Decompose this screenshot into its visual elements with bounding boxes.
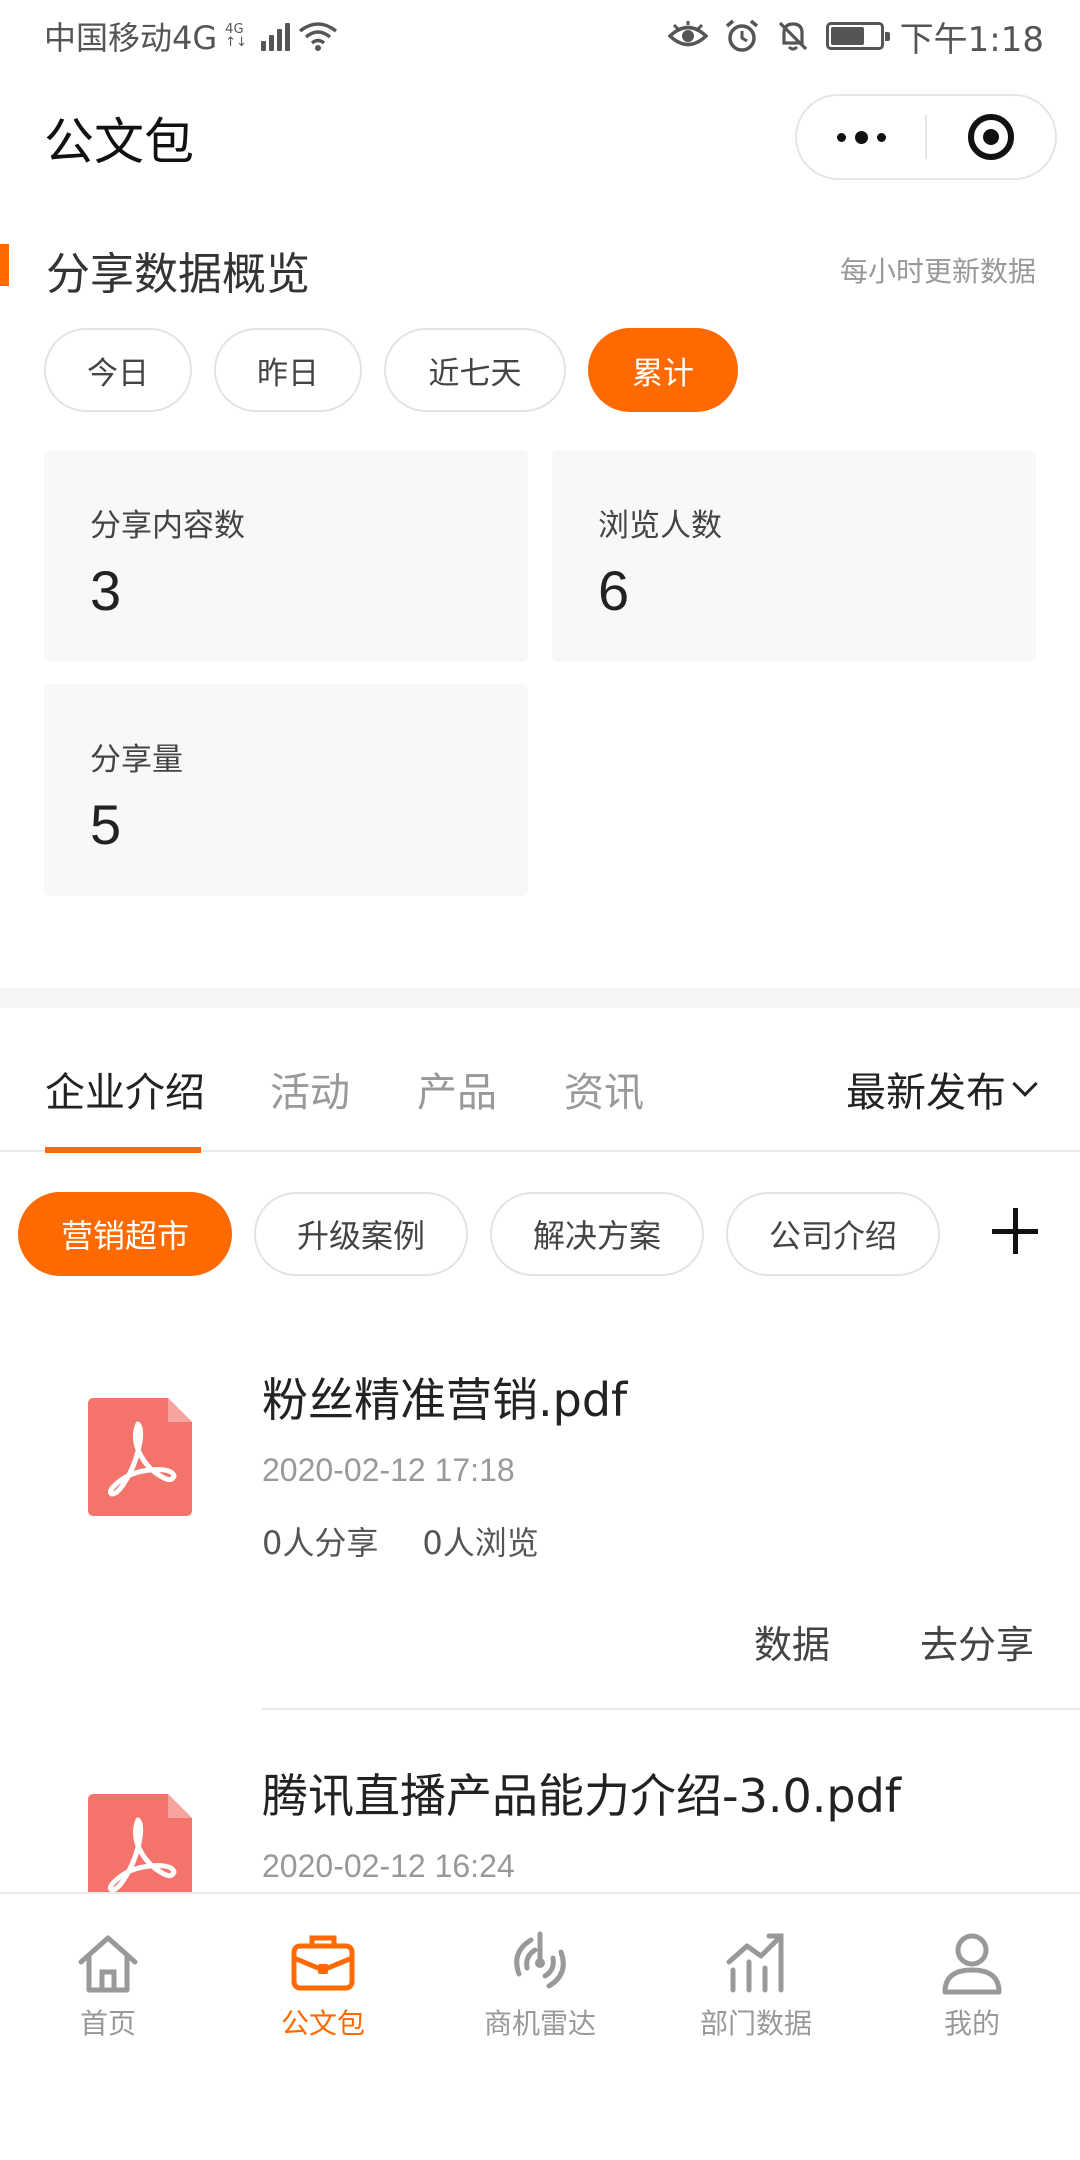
- tabbar-briefcase[interactable]: 公文包: [243, 1928, 403, 2042]
- page-title: 公文包: [44, 113, 194, 171]
- stat-value: 6: [598, 559, 630, 622]
- share-button[interactable]: 去分享: [920, 1614, 1034, 1669]
- carrier-label: 中国移动4G: [44, 19, 218, 57]
- period-yesterday[interactable]: 昨日: [214, 328, 362, 412]
- stat-label: 分享量: [90, 742, 183, 778]
- home-icon: [78, 1935, 138, 1993]
- miniprogram-capsule: [795, 94, 1057, 180]
- document-actions: 数据 去分享: [754, 1614, 1034, 1669]
- document-stats: 0人分享 0人浏览: [262, 1518, 539, 1564]
- status-left: 中国移动4G 4G ↑↓: [44, 13, 338, 59]
- update-note: 每小时更新数据: [839, 255, 1036, 288]
- clock-label: 下午1:18: [899, 19, 1044, 60]
- tab-product[interactable]: 产品: [417, 1060, 497, 1118]
- sort-label: 最新发布: [846, 1070, 1006, 1116]
- bottom-tab-bar: 首页 公文包 商机雷达 部门数据 我的: [0, 1892, 1080, 2160]
- alarm-icon: [725, 19, 758, 52]
- document-title: 腾讯直播产品能力介绍-3.0.pdf: [262, 1769, 901, 1823]
- nav-bar: 公文包: [0, 72, 1080, 202]
- share-count: 0人分享: [262, 1524, 379, 1562]
- chevron-down-icon: [1012, 1071, 1038, 1097]
- period-today[interactable]: 今日: [44, 328, 192, 412]
- category-tabs: 企业介绍 活动 产品 资讯 最新发布: [0, 1008, 1080, 1153]
- chip-upgrade-cases[interactable]: 升级案例: [254, 1192, 468, 1276]
- signal-icon: [260, 21, 290, 51]
- eye-icon: [667, 21, 708, 47]
- stat-value: 5: [90, 793, 122, 856]
- target-icon: [968, 114, 1014, 160]
- tab-company-intro[interactable]: 企业介绍: [45, 1060, 205, 1118]
- tabbar-mine[interactable]: 我的: [892, 1928, 1052, 2042]
- tab-news[interactable]: 资讯: [564, 1060, 644, 1118]
- more-button[interactable]: [797, 96, 925, 178]
- chip-marketing-market[interactable]: 营销超市: [18, 1192, 232, 1276]
- chip-company-intro[interactable]: 公司介绍: [726, 1192, 940, 1276]
- data-button[interactable]: 数据: [754, 1614, 830, 1669]
- item-divider: [262, 1708, 1080, 1710]
- add-category-icon[interactable]: [992, 1208, 1038, 1254]
- briefcase-icon: [291, 1935, 355, 1991]
- document-title: 粉丝精准营销.pdf: [262, 1373, 628, 1427]
- more-dots-icon: [836, 130, 886, 144]
- radar-icon: [514, 1931, 566, 1989]
- chip-solutions[interactable]: 解决方案: [490, 1192, 704, 1276]
- network-type-icon: 4G ↑↓: [225, 22, 247, 50]
- pdf-file-icon: [88, 1398, 192, 1516]
- sort-dropdown[interactable]: 最新发布: [846, 1060, 1038, 1118]
- stat-label: 分享内容数: [90, 508, 245, 544]
- document-time: 2020-02-12 17:18: [262, 1452, 515, 1488]
- stat-label: 浏览人数: [598, 508, 722, 544]
- status-bar: 中国移动4G 4G ↑↓ 下午1:18: [0, 0, 1080, 72]
- period-total[interactable]: 累计: [588, 328, 738, 412]
- close-miniprogram-button[interactable]: [927, 96, 1055, 178]
- stat-value: 3: [90, 559, 122, 622]
- active-tab-indicator: [45, 1147, 201, 1153]
- tab-activity[interactable]: 活动: [270, 1060, 350, 1118]
- stat-card-viewers: 浏览人数 6: [552, 450, 1036, 662]
- section-divider: [0, 988, 1080, 1008]
- status-right: 下午1:18: [667, 12, 1044, 61]
- subcategory-chips: 营销超市 升级案例 解决方案 公司介绍: [18, 1192, 940, 1276]
- stat-card-shared-content: 分享内容数 3: [44, 450, 528, 662]
- wifi-icon: [298, 22, 338, 51]
- battery-icon: [825, 22, 890, 50]
- user-icon: [942, 1933, 1002, 1995]
- period-7days[interactable]: 近七天: [384, 328, 566, 412]
- section-accent-bar: [0, 244, 9, 286]
- stat-card-shares: 分享量 5: [44, 684, 528, 896]
- tabbar-home[interactable]: 首页: [28, 1928, 188, 2042]
- document-time: 2020-02-12 16:24: [262, 1848, 515, 1884]
- growth-chart-icon: [726, 1933, 784, 1993]
- period-filter: 今日 昨日 近七天 累计: [44, 328, 738, 412]
- tabbar-radar[interactable]: 商机雷达: [460, 1928, 620, 2042]
- overview-title: 分享数据概览: [46, 249, 310, 300]
- mute-bell-icon: [778, 21, 807, 51]
- view-count: 0人浏览: [422, 1524, 539, 1562]
- tabbar-department-data[interactable]: 部门数据: [676, 1928, 836, 2042]
